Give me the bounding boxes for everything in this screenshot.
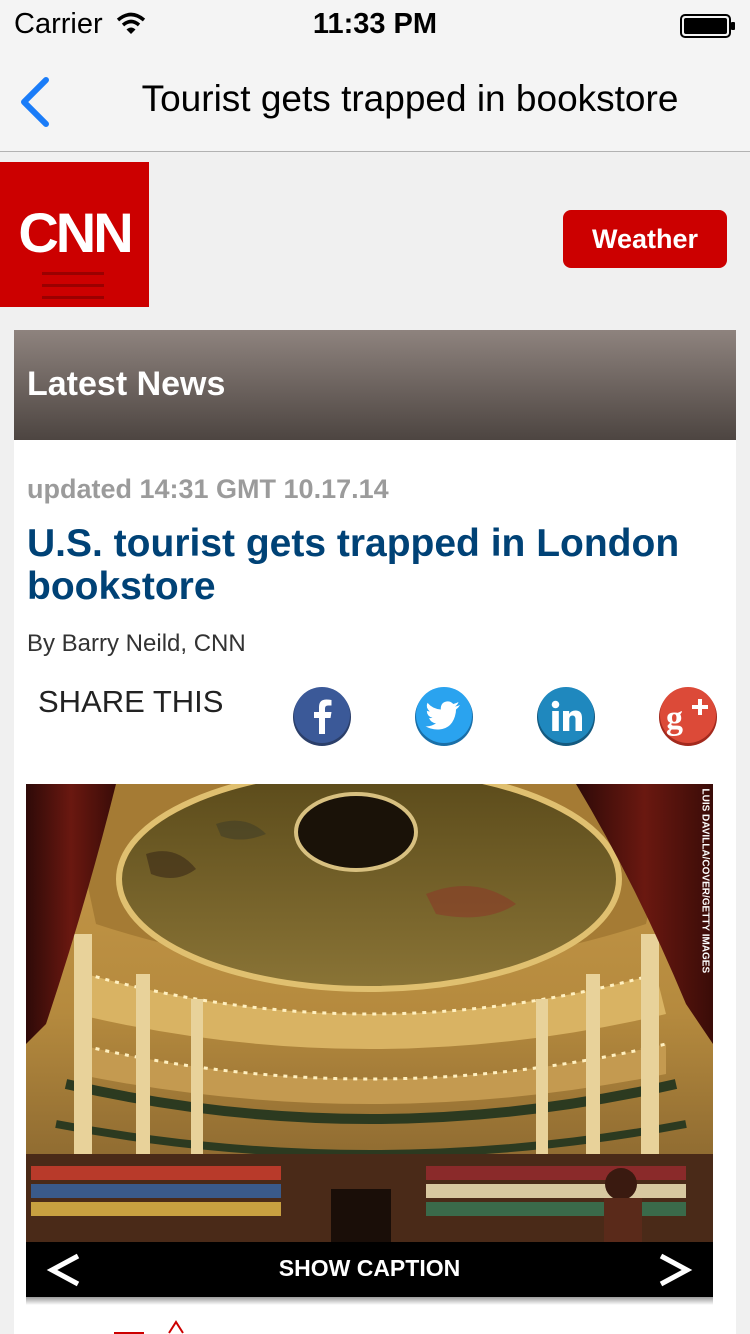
twitter-icon [415,687,473,746]
article-headline[interactable]: U.S. tourist gets trapped in London book… [27,522,707,608]
gallery-controls: SHOW CAPTION [26,1242,713,1297]
latest-news-header: Latest News [14,330,736,440]
nav-title: Tourist gets trapped in bookstore [141,78,679,119]
google-plus-icon: g [659,687,717,746]
share-label: SHARE THIS [38,684,224,719]
back-button[interactable] [10,72,64,132]
photo-gallery[interactable]: LUIS DAVILLA/COVER/GETTY IMAGES SHOW CAP… [26,784,713,1297]
cnn-logo-text: CNN [18,201,133,264]
photo-credit: LUIS DAVILLA/COVER/GETTY IMAGES [698,788,711,1088]
linkedin-share-button[interactable] [536,686,596,746]
article-card: Latest News updated 14:31 GMT 10.17.14 U… [14,330,736,1334]
weather-button[interactable]: Weather [563,210,727,268]
status-time: 11:33 PM [312,8,438,40]
show-caption-button[interactable]: SHOW CAPTION [26,1255,713,1282]
status-bar: Carrier 11:33 PM [0,0,750,52]
site-header: CNN Weather [0,153,750,315]
updated-timestamp: updated 14:31 GMT 10.17.14 [27,474,389,504]
article-byline: By Barry Neild, CNN [27,630,246,657]
linkedin-icon [537,687,595,746]
gallery-next-button[interactable] [655,1252,695,1288]
svg-text:g: g [666,700,683,737]
section-title: Latest News [27,365,226,403]
menu-icon-line [42,296,104,299]
navigation-bar: Tourist gets trapped in bookstore [0,52,750,152]
facebook-share-button[interactable] [292,686,352,746]
gallery-shadow [26,1297,713,1305]
facebook-icon [293,687,351,746]
next-content-teaser [114,1320,184,1334]
cnn-logo-menu-button[interactable]: CNN [0,162,149,307]
menu-icon-line [42,284,104,287]
photo-credit-text: LUIS DAVILLA/COVER/GETTY IMAGES [699,788,711,974]
google-plus-share-button[interactable]: g [658,686,718,746]
twitter-share-button[interactable] [414,686,474,746]
bookstore-photo [26,784,713,1242]
battery-icon [680,14,735,38]
menu-icon [42,272,104,275]
